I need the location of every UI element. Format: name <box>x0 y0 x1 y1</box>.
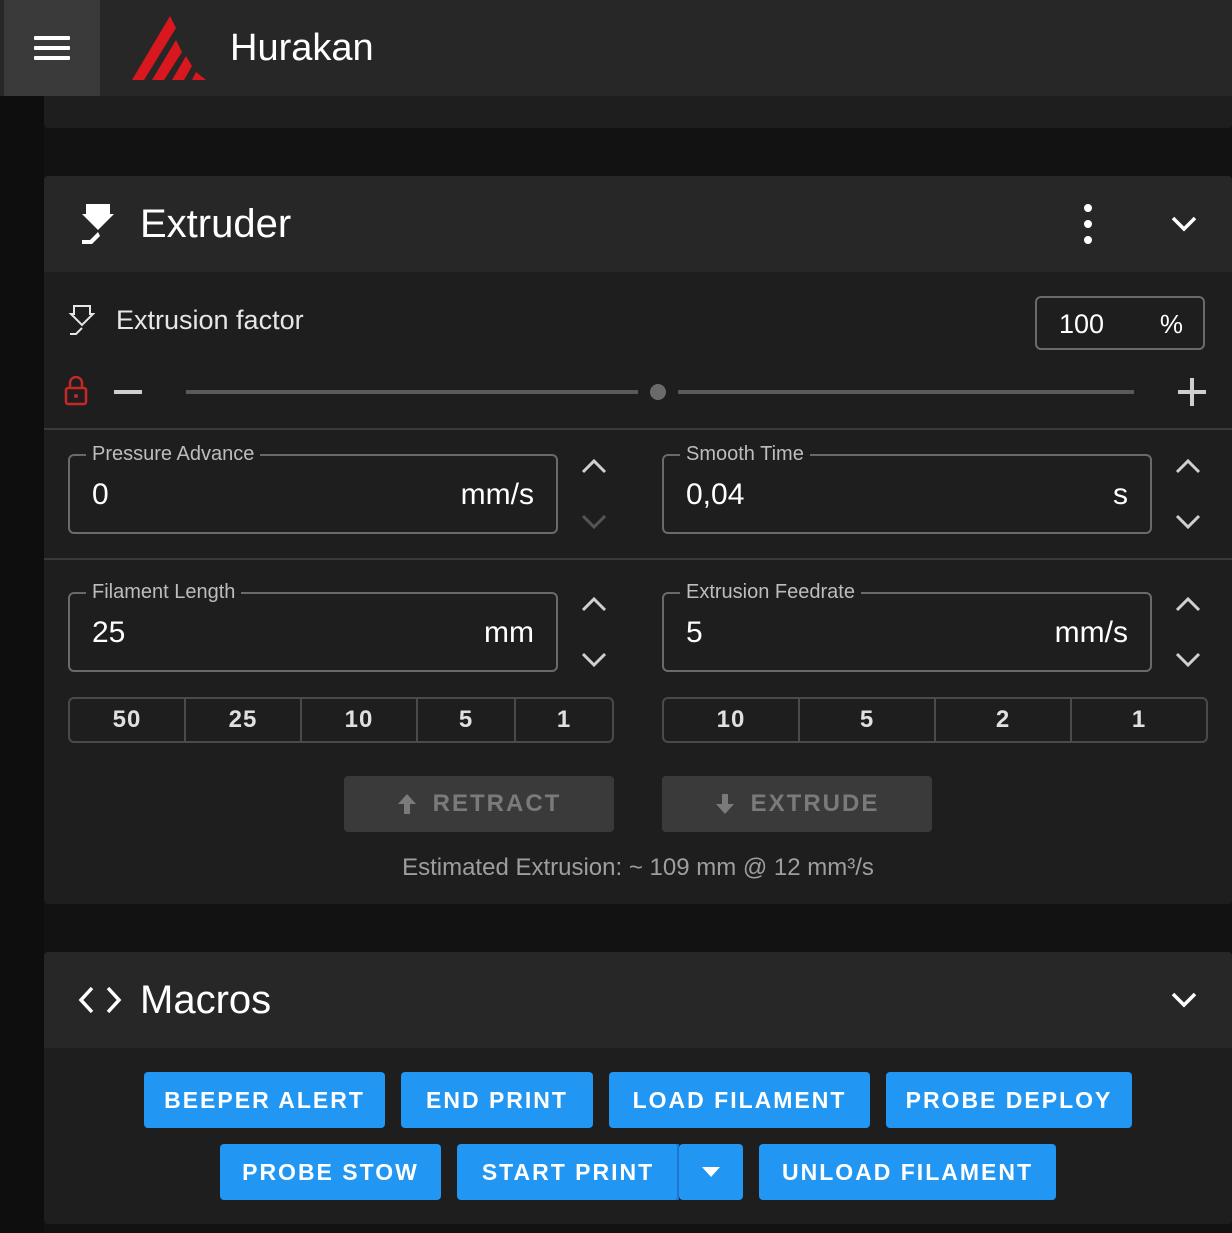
chevron-up-icon[interactable] <box>580 456 608 476</box>
hurakan-logo-icon <box>132 16 206 80</box>
retract-button[interactable]: RETRACT <box>344 776 614 832</box>
extrusion-factor-input[interactable]: 100 % <box>1035 296 1205 350</box>
hamburger-icon <box>34 36 70 40</box>
pressure-advance-field[interactable]: Pressure Advance 0 mm/s <box>68 441 558 534</box>
increase-factor-button[interactable] <box>1178 378 1206 406</box>
feedrate-preset-button[interactable]: 1 <box>1072 699 1206 741</box>
chevron-up-icon[interactable] <box>1174 594 1202 614</box>
extrusion-feedrate-unit: mm/s <box>1054 616 1128 649</box>
extruder-header[interactable]: Extruder <box>44 176 1232 272</box>
macro-row: BEEPER ALERT END PRINT LOAD FILAMENT PRO… <box>44 1072 1232 1128</box>
macro-button[interactable]: UNLOAD FILAMENT <box>759 1144 1056 1200</box>
extruder-icon <box>82 204 114 244</box>
macros-panel: Macros BEEPER ALERT END PRINT LOAD FILAM… <box>44 952 1232 1224</box>
length-preset-group: 50 25 10 5 1 <box>68 697 614 743</box>
feedrate-preset-button[interactable]: 2 <box>936 699 1072 741</box>
slider-track-right[interactable] <box>678 390 1134 394</box>
app-title: Hurakan <box>230 27 374 69</box>
filament-length-field[interactable]: Filament Length 25 mm <box>68 579 558 672</box>
filament-length-value: 25 <box>92 616 126 649</box>
macro-button[interactable]: BEEPER ALERT <box>144 1072 385 1128</box>
feedrate-preset-button[interactable]: 5 <box>800 699 936 741</box>
smooth-time-value: 0,04 <box>686 478 745 511</box>
hamburger-icon-bar <box>34 56 70 60</box>
chevron-up-icon[interactable] <box>1174 456 1202 476</box>
smooth-time-field[interactable]: Smooth Time 0,04 s <box>662 441 1152 534</box>
more-options-icon[interactable] <box>1074 202 1102 246</box>
length-preset-button[interactable]: 1 <box>516 699 612 741</box>
extrude-button[interactable]: EXTRUDE <box>662 776 932 832</box>
macros-header[interactable]: Macros <box>44 952 1232 1048</box>
divider <box>44 558 1232 560</box>
smooth-time-label: Smooth Time <box>680 441 810 467</box>
arrow-down-icon <box>715 794 734 814</box>
filament-length-unit: mm <box>484 616 534 649</box>
chevron-down-icon[interactable] <box>1174 650 1202 670</box>
decrease-factor-button[interactable] <box>114 390 142 394</box>
length-preset-button[interactable]: 10 <box>302 699 418 741</box>
chevron-down-icon[interactable] <box>1166 982 1202 1018</box>
left-strip <box>0 96 44 1233</box>
extrusion-feedrate-field[interactable]: Extrusion Feedrate 5 mm/s <box>662 579 1152 672</box>
estimated-extrusion: Estimated Extrusion: ~ 109 mm @ 12 mm³/s <box>402 854 874 881</box>
chevron-down-icon[interactable] <box>1166 206 1202 242</box>
code-icon <box>78 986 122 1014</box>
length-preset-button[interactable]: 50 <box>70 699 186 741</box>
chevron-down-icon[interactable] <box>1174 512 1202 532</box>
extrusion-factor-row: Extrusion factor 100 % <box>44 272 1232 432</box>
extruder-panel: Extruder Extrusion factor 100 % Pressure… <box>44 176 1232 904</box>
macro-button[interactable]: PROBE STOW <box>220 1144 441 1200</box>
pressure-advance-unit: mm/s <box>460 478 534 511</box>
app-bar: Hurakan <box>0 0 1232 96</box>
slider-track-left[interactable] <box>186 390 638 394</box>
length-preset-button[interactable]: 25 <box>186 699 302 741</box>
extrusion-feedrate-label: Extrusion Feedrate <box>680 579 861 605</box>
hamburger-icon-bar <box>34 46 70 50</box>
filament-length-label: Filament Length <box>86 579 242 605</box>
pressure-advance-value: 0 <box>92 478 109 511</box>
extrusion-factor-unit: % <box>1159 309 1183 339</box>
divider <box>44 428 1232 430</box>
feedrate-preset-group: 10 5 2 1 <box>662 697 1208 743</box>
chevron-up-icon[interactable] <box>580 594 608 614</box>
factor-slider-thumb[interactable] <box>650 384 666 400</box>
macro-button[interactable]: END PRINT <box>401 1072 593 1128</box>
chevron-down-icon[interactable] <box>580 650 608 670</box>
lock-icon[interactable] <box>64 376 88 406</box>
macro-button[interactable]: PROBE DEPLOY <box>886 1072 1132 1128</box>
arrow-up-icon <box>397 794 416 814</box>
macro-options-button[interactable] <box>679 1144 743 1200</box>
feedrate-preset-button[interactable]: 10 <box>664 699 800 741</box>
length-preset-button[interactable]: 5 <box>418 699 516 741</box>
chevron-down-icon[interactable] <box>580 512 608 532</box>
extruder-title: Extruder <box>140 202 292 246</box>
macro-row: PROBE STOW START PRINT UNLOAD FILAMENT <box>44 1144 1232 1200</box>
caret-down-icon <box>702 1167 720 1177</box>
extrusion-factor-label: Extrusion factor <box>116 305 304 335</box>
extruder-outline-icon <box>68 305 96 335</box>
extrusion-factor-value: 100 <box>1059 309 1105 339</box>
extrude-label: EXTRUDE <box>750 790 880 817</box>
extrusion-feedrate-value: 5 <box>686 616 703 649</box>
macro-button[interactable]: LOAD FILAMENT <box>609 1072 870 1128</box>
retract-label: RETRACT <box>432 790 562 817</box>
macro-button[interactable]: START PRINT <box>457 1144 679 1200</box>
smooth-time-unit: s <box>1113 478 1128 511</box>
menu-button[interactable] <box>4 0 100 96</box>
pressure-advance-label: Pressure Advance <box>86 441 261 467</box>
macros-title: Macros <box>140 978 272 1022</box>
